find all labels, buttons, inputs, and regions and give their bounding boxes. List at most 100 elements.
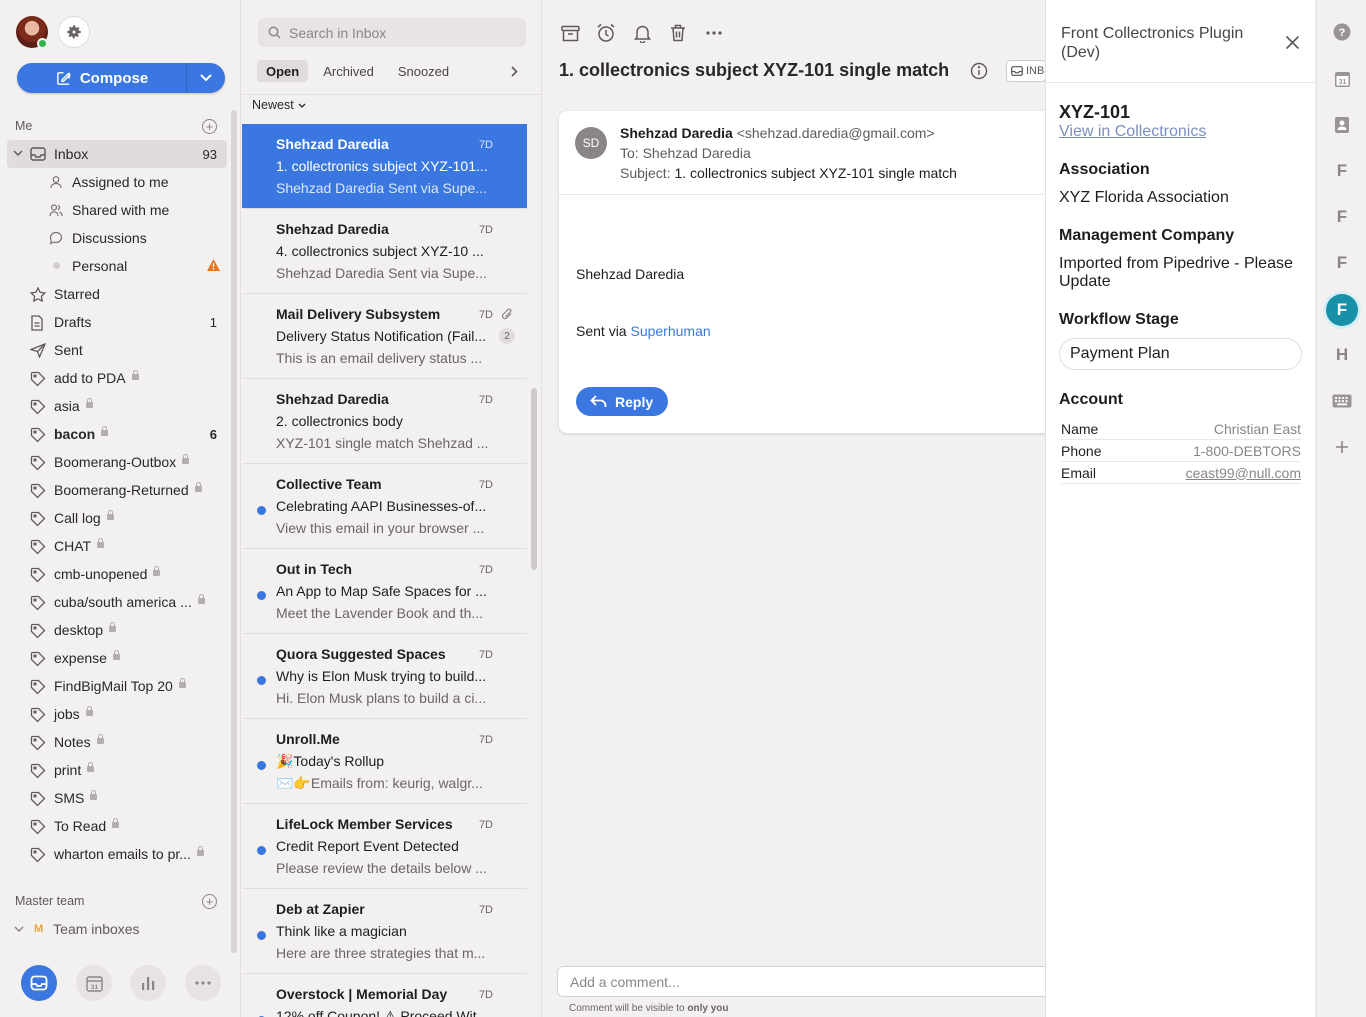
- sidebar-item-tag[interactable]: SMS: [7, 784, 227, 812]
- sidebar-item-sent[interactable]: Sent: [7, 336, 227, 364]
- sidebar-item-tag[interactable]: expense: [7, 644, 227, 672]
- message-list-item[interactable]: Overstock | Memorial Day 7D 12% off Coupon…: [242, 974, 527, 1017]
- reminder-button[interactable]: [631, 22, 653, 44]
- chevron-right-icon[interactable]: [511, 66, 518, 77]
- lock-icon: [101, 426, 109, 436]
- sender-name[interactable]: Shehzad Daredia: [620, 125, 733, 141]
- help-button[interactable]: ?: [1330, 20, 1354, 44]
- sidebar-item-tag[interactable]: add to PDA: [7, 364, 227, 392]
- account-email-link[interactable]: ceast99@null.com: [1186, 465, 1301, 481]
- message-subject: Delivery Status Notification (Fail...: [276, 328, 487, 344]
- sidebar-item-starred[interactable]: Starred: [7, 280, 227, 308]
- sidebar-item-tag[interactable]: CHAT: [7, 532, 227, 560]
- sidebar-item-tag[interactable]: wharton emails to pr...: [7, 840, 227, 868]
- sidebar-scrollbar[interactable]: [231, 110, 237, 953]
- sidebar-item-assigned[interactable]: Assigned to me: [7, 168, 227, 196]
- message-list-item[interactable]: Collective Team 7D Celebrating AAPI Busine…: [242, 464, 527, 549]
- view-in-collectronics-link[interactable]: View in Collectronics: [1059, 123, 1206, 141]
- subject-line: Subject: 1. collectronics subject XYZ-10…: [620, 165, 957, 181]
- compose-main[interactable]: Compose: [17, 63, 186, 93]
- tag-icon: [30, 707, 46, 723]
- workflow-stage-select[interactable]: Payment Plan: [1059, 338, 1302, 370]
- plugin-f-button-1[interactable]: F: [1330, 159, 1354, 183]
- message-list-item[interactable]: LifeLock Member Services 7D Credit Report …: [242, 804, 527, 889]
- sidebar-item-label: Boomerang-Outbox: [54, 454, 177, 470]
- sidebar-item-personal[interactable]: Personal: [7, 252, 227, 280]
- lock-icon: [97, 538, 105, 548]
- plugin-h-button[interactable]: H: [1330, 343, 1354, 367]
- alarm-clock-icon: [597, 23, 615, 42]
- calendar-app-button[interactable]: 31: [76, 965, 112, 1001]
- calendar-day: 31: [1338, 79, 1346, 86]
- tab-archived[interactable]: Archived: [314, 60, 383, 82]
- message-list-item[interactable]: Shehzad Daredia 7D 4. collectronics subjec…: [242, 209, 527, 294]
- compose-dropdown[interactable]: [187, 63, 225, 93]
- association-value: XYZ Florida Association: [1059, 189, 1229, 206]
- settings-button[interactable]: [58, 16, 90, 48]
- message-sender: Shehzad Daredia: [276, 136, 389, 152]
- message-preview: ✉️👉Emails from: keurig, walgr...: [276, 775, 483, 791]
- tab-snoozed[interactable]: Snoozed: [389, 60, 458, 82]
- sidebar-item-tag[interactable]: asia: [7, 392, 227, 420]
- sidebar-item-tag[interactable]: Boomerang-Outbox: [7, 448, 227, 476]
- sidebar-item-tag[interactable]: Notes: [7, 728, 227, 756]
- more-actions-button[interactable]: [703, 22, 725, 44]
- message-list-item[interactable]: Mail Delivery Subsystem 7D Delivery Status…: [242, 294, 527, 379]
- comment-input[interactable]: Add a comment...: [557, 966, 1057, 997]
- message-subject: Celebrating AAPI Businesses-of...: [276, 498, 487, 514]
- team-inboxes-item[interactable]: M Team inboxes: [14, 921, 140, 937]
- sidebar-item-tag[interactable]: FindBigMail Top 20: [7, 672, 227, 700]
- analytics-app-button[interactable]: [130, 965, 166, 1001]
- plugin-f-button-3[interactable]: F: [1330, 251, 1354, 275]
- chat-bubble-icon: [49, 231, 63, 245]
- sidebar-item-label: asia: [54, 398, 80, 414]
- sidebar-item-tag[interactable]: cuba/south america ...: [7, 588, 227, 616]
- sidebar-item-drafts[interactable]: Drafts 1: [7, 308, 227, 336]
- list-scrollbar[interactable]: [531, 388, 537, 570]
- plugin-f-button-2[interactable]: F: [1330, 205, 1354, 229]
- sidebar-item-tag[interactable]: desktop: [7, 616, 227, 644]
- lock-icon: [131, 370, 139, 380]
- archive-button[interactable]: [559, 22, 581, 44]
- message-subject: 12% off Coupon! ⚠ Proceed Wit...: [276, 1008, 489, 1017]
- sidebar-item-shared[interactable]: Shared with me: [7, 196, 227, 224]
- message-list-item[interactable]: Shehzad Daredia 7D 2. collectronics body XY…: [242, 379, 527, 464]
- snooze-button[interactable]: [595, 22, 617, 44]
- sidebar-item-discussions[interactable]: Discussions: [7, 224, 227, 252]
- message-list-item[interactable]: Unroll.Me 7D 🎉Today's Rollup ✉️👉Emails from…: [242, 719, 527, 804]
- plugin-f-button-active[interactable]: F: [1326, 294, 1358, 326]
- sidebar-item-tag[interactable]: Call log: [7, 504, 227, 532]
- close-icon[interactable]: [1285, 35, 1300, 50]
- management-company-value: Imported from Pipedrive - Please Update: [1059, 255, 1293, 290]
- tab-open[interactable]: Open: [257, 60, 309, 82]
- reply-button[interactable]: Reply: [576, 387, 668, 416]
- add-integration-button[interactable]: [1330, 435, 1354, 459]
- inbox-tag-chip[interactable]: INB: [1006, 60, 1046, 82]
- sort-dropdown[interactable]: Newest: [252, 98, 306, 112]
- add-team-inbox-button[interactable]: +: [202, 894, 217, 909]
- delete-button[interactable]: [667, 22, 689, 44]
- info-icon[interactable]: [970, 62, 988, 80]
- chevron-down-icon[interactable]: [13, 150, 23, 157]
- more-apps-button[interactable]: [185, 965, 221, 1001]
- sidebar-item-tag[interactable]: jobs: [7, 700, 227, 728]
- message-list-item[interactable]: Quora Suggested Spaces 7D Why is Elon Musk…: [242, 634, 527, 719]
- compose-button[interactable]: Compose: [17, 63, 225, 93]
- search-input[interactable]: Search in Inbox: [258, 18, 526, 47]
- superhuman-link[interactable]: Superhuman: [630, 323, 710, 339]
- sidebar-item-tag[interactable]: bacon 6: [7, 420, 227, 448]
- keyboard-shortcuts-button[interactable]: [1330, 389, 1354, 413]
- message-list-item[interactable]: Shehzad Daredia 7D 1. collectronics subjec…: [242, 124, 527, 209]
- inbox-app-button[interactable]: [21, 965, 57, 1001]
- message-list-item[interactable]: Out in Tech 7D An App to Map Safe Spaces f…: [242, 549, 527, 634]
- sidebar-item-tag[interactable]: Boomerang-Returned: [7, 476, 227, 504]
- sidebar-item-tag[interactable]: print: [7, 756, 227, 784]
- add-inbox-button[interactable]: +: [202, 119, 217, 134]
- account-field-label: Email: [1061, 464, 1097, 481]
- sidebar-item-tag[interactable]: cmb-unopened: [7, 560, 227, 588]
- sidebar-item-tag[interactable]: To Read: [7, 812, 227, 840]
- sidebar-item-inbox[interactable]: Inbox 93: [7, 140, 227, 168]
- contacts-integration-button[interactable]: [1330, 113, 1354, 137]
- calendar-integration-button[interactable]: 31: [1330, 67, 1354, 91]
- message-list-item[interactable]: Deb at Zapier 7D Think like a magician Here…: [242, 889, 527, 974]
